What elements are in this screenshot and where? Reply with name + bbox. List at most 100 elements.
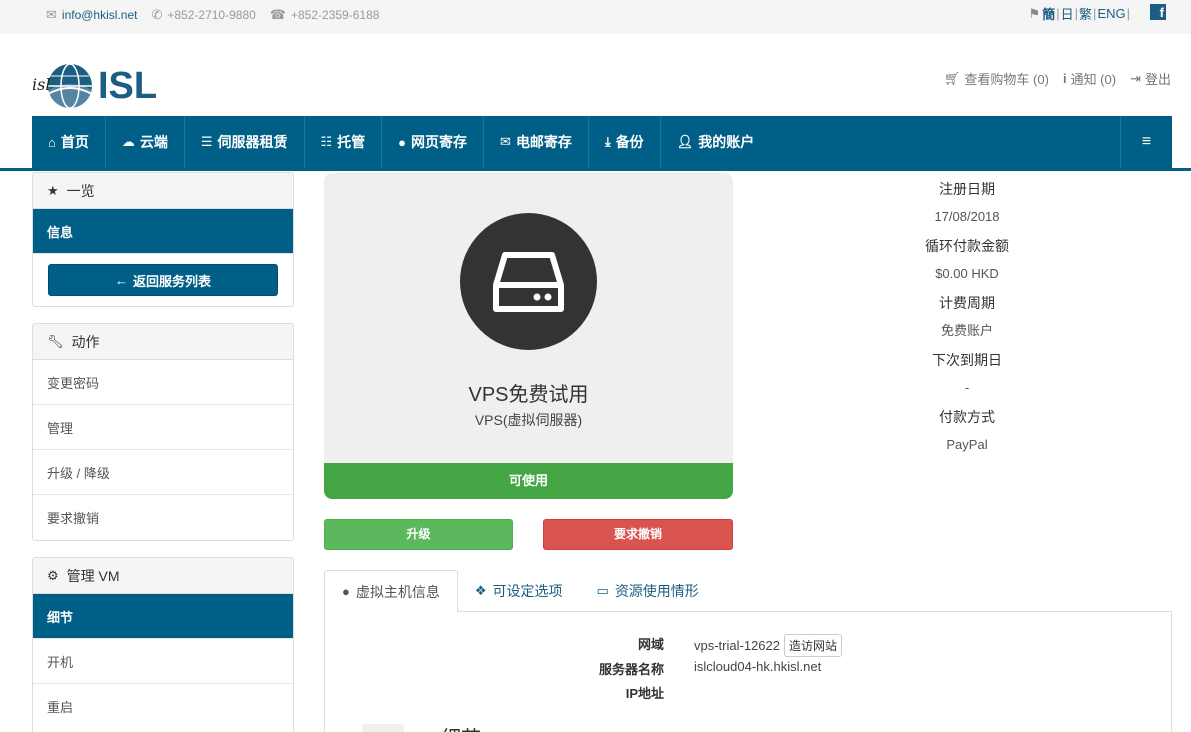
nav-underline <box>0 168 1191 171</box>
service-info: 注册日期 17/08/2018 循环付款金额 $0.00 HKD 计费周期 免费… <box>860 178 1074 463</box>
sidebar-item-manage[interactable]: 管理 <box>33 405 293 450</box>
email-link[interactable]: info@hkisl.net <box>62 8 138 22</box>
product-icon-circle <box>460 213 597 350</box>
nav-cloud[interactable]: ☁ 云端 <box>106 116 185 168</box>
nav-backup[interactable]: ⤓ 备份 <box>589 116 661 168</box>
user-icon: 👤︎ <box>676 134 694 149</box>
notifications-label: 通知 (0) <box>1070 72 1117 87</box>
request-cancellation-button[interactable]: 要求撤销 <box>543 519 733 550</box>
overview-panel: ★ 一览 信息 ← 返回服务列表 <box>32 172 294 307</box>
overview-title: 一览 <box>66 182 95 199</box>
lang-traditional[interactable]: 繁 <box>1079 4 1092 23</box>
tab-host-info[interactable]: ● 虚拟主机信息 <box>324 570 458 613</box>
fax-number: +852-2359-6188 <box>291 8 380 22</box>
nav-email-hosting[interactable]: ✉ 电邮寄存 <box>484 116 589 168</box>
overview-panel-header: ★ 一览 <box>33 173 293 209</box>
inbox-icon: ▭ <box>596 583 609 598</box>
tab-host-info-label: 虚拟主机信息 <box>355 583 440 600</box>
recurring-amount-value: $0.00 HKD <box>935 266 999 281</box>
tab-config-options-label: 可设定选项 <box>492 583 563 599</box>
tab-resource-usage[interactable]: ▭ 资源使用情形 <box>580 570 716 612</box>
product-type: VPS(虚拟伺服器) <box>474 412 583 428</box>
reg-date-label: 注册日期 <box>939 181 995 197</box>
logout-link[interactable]: ⇥ 登出 <box>1130 69 1171 88</box>
email-contact[interactable]: ✉ info@hkisl.net <box>46 7 137 23</box>
service-tabs: ● 虚拟主机信息 ❖ 可设定选项 ▭ 资源使用情形 <box>324 570 1172 613</box>
nav-web-hosting[interactable]: ● 网页寄存 <box>382 116 485 168</box>
sidebar-item-request-cancellation[interactable]: 要求撤销 <box>33 495 293 540</box>
sidebar-item-reboot[interactable]: 重启 <box>33 684 293 729</box>
notifications-link[interactable]: i 通知 (0) <box>1063 69 1116 88</box>
cart-icon: 🛒︎ <box>943 70 961 86</box>
hamburger-menu-icon[interactable]: ≡ <box>1120 116 1172 168</box>
domain-row: 网域 vps-trial-12622 造访网站 <box>325 634 1173 658</box>
sidebar-item-power-on[interactable]: 开机 <box>33 639 293 684</box>
home-icon: ⌂ <box>48 134 56 150</box>
nav-cloud-label: 云端 <box>139 134 168 150</box>
back-to-services-button[interactable]: ← 返回服务列表 <box>48 264 278 296</box>
nav-email-hosting-label: 电邮寄存 <box>515 134 572 150</box>
fax-icon: ☎ <box>269 7 286 22</box>
sidebar-item-info[interactable]: 信息 <box>33 209 293 254</box>
cart-label: 查看购物车 (0) <box>964 72 1049 87</box>
lang-japanese[interactable]: 日 <box>1061 4 1074 23</box>
cubes-icon: ❖ <box>474 583 487 598</box>
domain-value-wrap: vps-trial-12622 造访网站 <box>694 634 843 657</box>
nav-server-rental[interactable]: ☰ 伺服器租赁 <box>185 116 305 168</box>
arrow-left-icon: ← <box>114 272 128 288</box>
host-info-panel: 网域 vps-trial-12622 造访网站 服务器名称 islcloud04… <box>324 612 1172 732</box>
tab-config-options[interactable]: ❖ 可设定选项 <box>458 570 580 612</box>
globe-icon: ● <box>342 584 350 599</box>
gear-icon: ⚙ <box>47 567 59 583</box>
back-to-services-label: 返回服务列表 <box>132 273 211 289</box>
lang-separator: | <box>1126 6 1130 21</box>
status-badge: 可使用 <box>324 463 733 499</box>
nav-web-hosting-label: 网页寄存 <box>411 134 468 150</box>
visit-website-button[interactable]: 造访网站 <box>784 634 843 657</box>
nav-my-account[interactable]: 👤︎ 我的账户 <box>661 116 771 168</box>
actions-panel-header: 🔧︎ 动作 <box>33 324 293 360</box>
download-icon: ⤓ <box>604 134 611 149</box>
cart-link[interactable]: 🛒︎ 查看购物车 (0) <box>944 69 1049 88</box>
contact-info: ✉ info@hkisl.net ✆ +852-2710-9880 ☎ +852… <box>46 7 393 23</box>
logout-icon: ⇥ <box>1130 70 1141 86</box>
nav-colocation-label: 托管 <box>337 134 366 150</box>
product-card: VPS免费试用 VPS(虚拟伺服器) 可使用 <box>324 173 733 499</box>
hdd-icon <box>493 252 564 312</box>
recurring-amount-label: 循环付款金额 <box>925 238 1009 254</box>
svg-text:isl: isl <box>32 75 50 94</box>
envelope-icon: ✉ <box>500 134 511 149</box>
phone-number: +852-2710-9880 <box>167 8 256 22</box>
logout-label: 登出 <box>1144 72 1171 87</box>
server-icon: ☰ <box>200 134 213 149</box>
lang-simplified[interactable]: 簡 <box>1042 4 1055 23</box>
facebook-icon[interactable]: f <box>1150 4 1166 20</box>
sidebar-item-details[interactable]: 细节 <box>33 594 293 639</box>
lang-english[interactable]: ENG <box>1097 6 1125 21</box>
next-due-value: - <box>964 380 970 395</box>
product-name: VPS免费试用 <box>468 384 589 406</box>
main-nav: ⌂ 首页 ☁ 云端 ☰ 伺服器租赁 ☷ 托管 ● 网页寄存 ✉ 电邮寄存 ⤓ 备份 👤︎ 我的账… <box>32 116 1172 168</box>
sidebar-item-change-password[interactable]: 变更密码 <box>33 360 293 405</box>
back-button-wrap: ← 返回服务列表 <box>33 254 293 306</box>
nav-home-label: 首页 <box>60 134 89 150</box>
reg-date-value: 17/08/2018 <box>934 209 1000 224</box>
payment-method-value: PayPal <box>946 437 988 452</box>
ip-label: IP地址 <box>625 686 664 701</box>
nav-home[interactable]: ⌂ 首页 <box>32 116 106 168</box>
billing-cycle-value: 免费账户 <box>940 323 993 338</box>
lang-separator: | <box>1056 6 1060 21</box>
sidebar-item-upgrade-downgrade[interactable]: 升级 / 降级 <box>33 450 293 495</box>
next-due-label: 下次到期日 <box>932 352 1002 368</box>
logo[interactable]: isl ISL <box>30 60 157 112</box>
actions-panel: 🔧︎ 动作 变更密码 管理 升级 / 降级 要求撤销 <box>32 323 294 541</box>
details-title: 细节 <box>441 722 481 732</box>
upgrade-button[interactable]: 升级 <box>324 519 513 550</box>
globe-icon: ● <box>398 134 407 150</box>
manage-vm-panel-header: ⚙ 管理 VM <box>33 558 293 594</box>
nav-colocation[interactable]: ☷ 托管 <box>305 116 383 168</box>
header-links: 🛒︎ 查看购物车 (0) i 通知 (0) ⇥ 登出 <box>930 69 1171 88</box>
server-name-row: 服务器名称 islcloud04-hk.hkisl.net <box>325 659 1173 683</box>
manage-vm-panel: ⚙ 管理 VM 细节 开机 重启 <box>32 557 294 732</box>
flag-icon: ⚑ <box>1028 5 1041 21</box>
